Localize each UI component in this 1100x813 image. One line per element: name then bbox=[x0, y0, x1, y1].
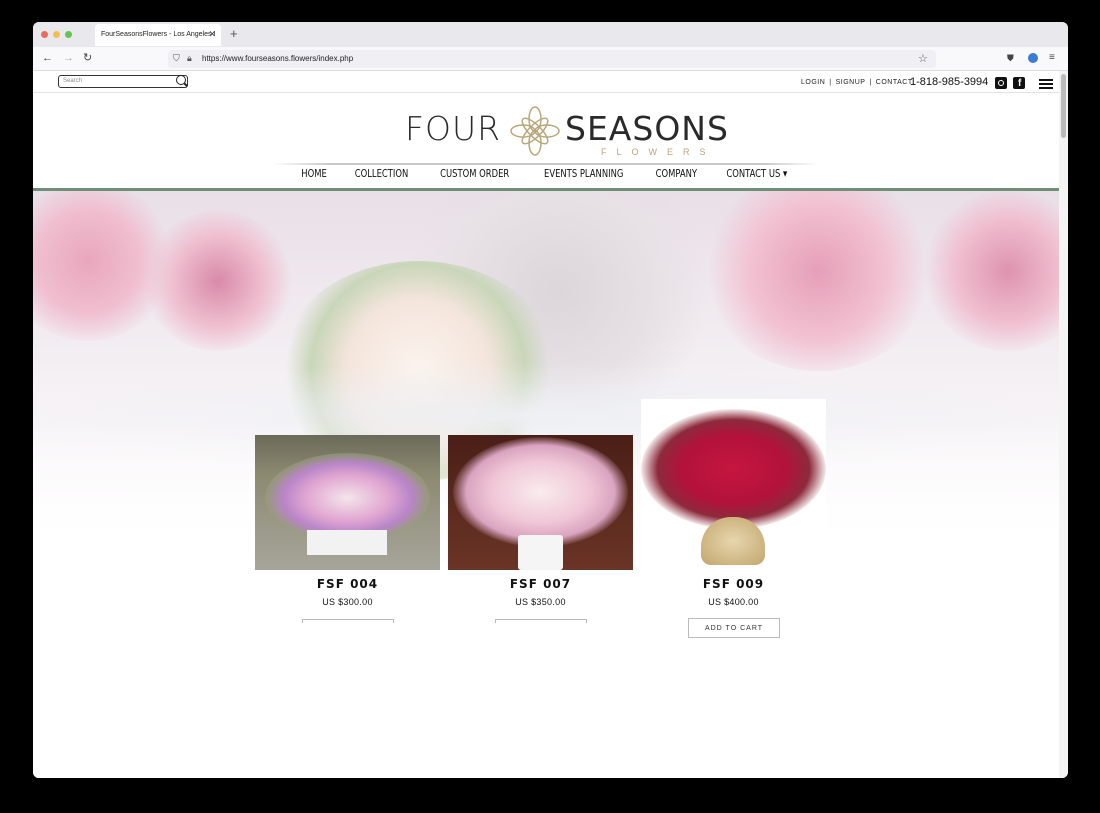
hero-banner-image: FSF 004 US $300.00 FSF 007 US $350.00 FS bbox=[33, 191, 1059, 778]
bookmark-star-icon[interactable]: ☆ bbox=[918, 52, 928, 65]
address-bar[interactable]: ⛉ 🔒︎ https://www.fourseasons.flowers/ind… bbox=[168, 50, 936, 68]
web-page: Search LOGIN | SIGNUP | CONTACT 1-818-985-39… bbox=[33, 71, 1059, 778]
maximize-window-button[interactable] bbox=[65, 31, 72, 38]
nav-item-home[interactable]: HOME bbox=[301, 167, 327, 180]
hero-flowers-right-2 bbox=[923, 191, 1059, 351]
logo-word-four: FOUR bbox=[405, 109, 502, 148]
product-image[interactable] bbox=[255, 435, 440, 570]
link-separator: | bbox=[869, 79, 872, 86]
nav-item-company[interactable]: COMPANY bbox=[655, 167, 696, 180]
product-price: US $300.00 bbox=[322, 597, 373, 607]
product-name[interactable]: FSF 009 bbox=[641, 577, 826, 591]
logo-tagline: FLOWERS bbox=[601, 147, 716, 157]
login-link[interactable]: LOGIN bbox=[801, 79, 825, 86]
url-toolbar: ← → ↻ ⛉ 🔒︎ https://www.fourseasons.flowe… bbox=[33, 47, 1068, 71]
lotus-logo-icon bbox=[510, 106, 560, 156]
utility-bar: Search LOGIN | SIGNUP | CONTACT 1-818-985-39… bbox=[33, 71, 1059, 93]
lock-icon[interactable]: 🔒︎ bbox=[187, 53, 192, 64]
close-window-button[interactable] bbox=[41, 31, 48, 38]
product-image[interactable] bbox=[641, 399, 826, 570]
pocket-icon[interactable]: ⛊ bbox=[1007, 52, 1014, 64]
add-to-cart-button[interactable]: ADD TO CART bbox=[688, 618, 780, 638]
logo-word-seasons: SEASONS bbox=[565, 109, 729, 148]
link-separator: | bbox=[829, 79, 832, 86]
planter-image bbox=[307, 530, 387, 555]
nav-item-events-planning[interactable]: EVENTS PLANNING bbox=[544, 167, 623, 180]
nav-item-collection[interactable]: COLLECTION bbox=[355, 167, 409, 180]
close-tab-icon[interactable]: ✕ bbox=[208, 29, 216, 40]
bouquet-image bbox=[641, 409, 826, 529]
hero-flowers-right bbox=[703, 191, 933, 371]
add-to-cart-button[interactable] bbox=[302, 619, 394, 623]
scrollbar-thumb[interactable] bbox=[1061, 74, 1066, 138]
main-navigation: HOME COLLECTION CUSTOM ORDER EVENTS PLAN… bbox=[33, 167, 1059, 187]
extension-icon[interactable] bbox=[1028, 53, 1038, 63]
add-to-cart-button[interactable] bbox=[495, 619, 587, 623]
menu-icon[interactable]: ≡ bbox=[1049, 52, 1055, 64]
bouquet-image bbox=[453, 437, 628, 547]
hero-flowers-left-2 bbox=[143, 211, 293, 351]
nav-item-custom-order[interactable]: CUSTOM ORDER bbox=[440, 167, 509, 180]
product-price: US $400.00 bbox=[708, 597, 759, 607]
shield-icon[interactable]: ⛉ bbox=[173, 53, 180, 64]
page-scrollbar[interactable] bbox=[1059, 71, 1068, 778]
nav-divider bbox=[273, 163, 819, 165]
account-links: LOGIN | SIGNUP | CONTACT bbox=[799, 79, 915, 86]
product-price: US $350.00 bbox=[515, 597, 566, 607]
gold-urn-image bbox=[701, 517, 765, 565]
tab-bar: FourSeasonsFlowers - Los Angeles I ✕ + bbox=[33, 22, 1068, 47]
product-name[interactable]: FSF 007 bbox=[448, 577, 633, 591]
url-text: https://www.fourseasons.flowers/index.ph… bbox=[202, 54, 354, 63]
product-name[interactable]: FSF 004 bbox=[255, 577, 440, 591]
product-image[interactable] bbox=[448, 435, 633, 570]
instagram-icon[interactable] bbox=[995, 77, 1007, 89]
contact-link[interactable]: CONTACT bbox=[876, 79, 913, 86]
hamburger-menu-icon[interactable] bbox=[1039, 79, 1053, 89]
search-icon[interactable] bbox=[176, 75, 186, 85]
new-tab-icon[interactable]: + bbox=[230, 26, 238, 41]
nav-item-contact-us[interactable]: CONTACT US ▾ bbox=[727, 167, 788, 180]
back-icon[interactable]: ← bbox=[42, 52, 53, 64]
phone-number[interactable]: 1-818-985-3994 bbox=[910, 76, 988, 88]
browser-window: FourSeasonsFlowers - Los Angeles I ✕ + ←… bbox=[33, 22, 1068, 778]
search-input[interactable]: Search bbox=[58, 75, 188, 88]
signup-link[interactable]: SIGNUP bbox=[836, 79, 866, 86]
reload-icon[interactable]: ↻ bbox=[83, 52, 92, 64]
forward-icon[interactable]: → bbox=[63, 52, 74, 64]
vase-image bbox=[518, 535, 563, 570]
minimize-window-button[interactable] bbox=[53, 31, 60, 38]
tab-title: FourSeasonsFlowers - Los Angeles I bbox=[101, 31, 216, 38]
site-logo[interactable]: FOUR SEASONS FLOWERS bbox=[405, 105, 735, 161]
browser-tab[interactable]: FourSeasonsFlowers - Los Angeles I ✕ bbox=[95, 24, 221, 46]
facebook-icon[interactable]: f bbox=[1013, 77, 1025, 89]
